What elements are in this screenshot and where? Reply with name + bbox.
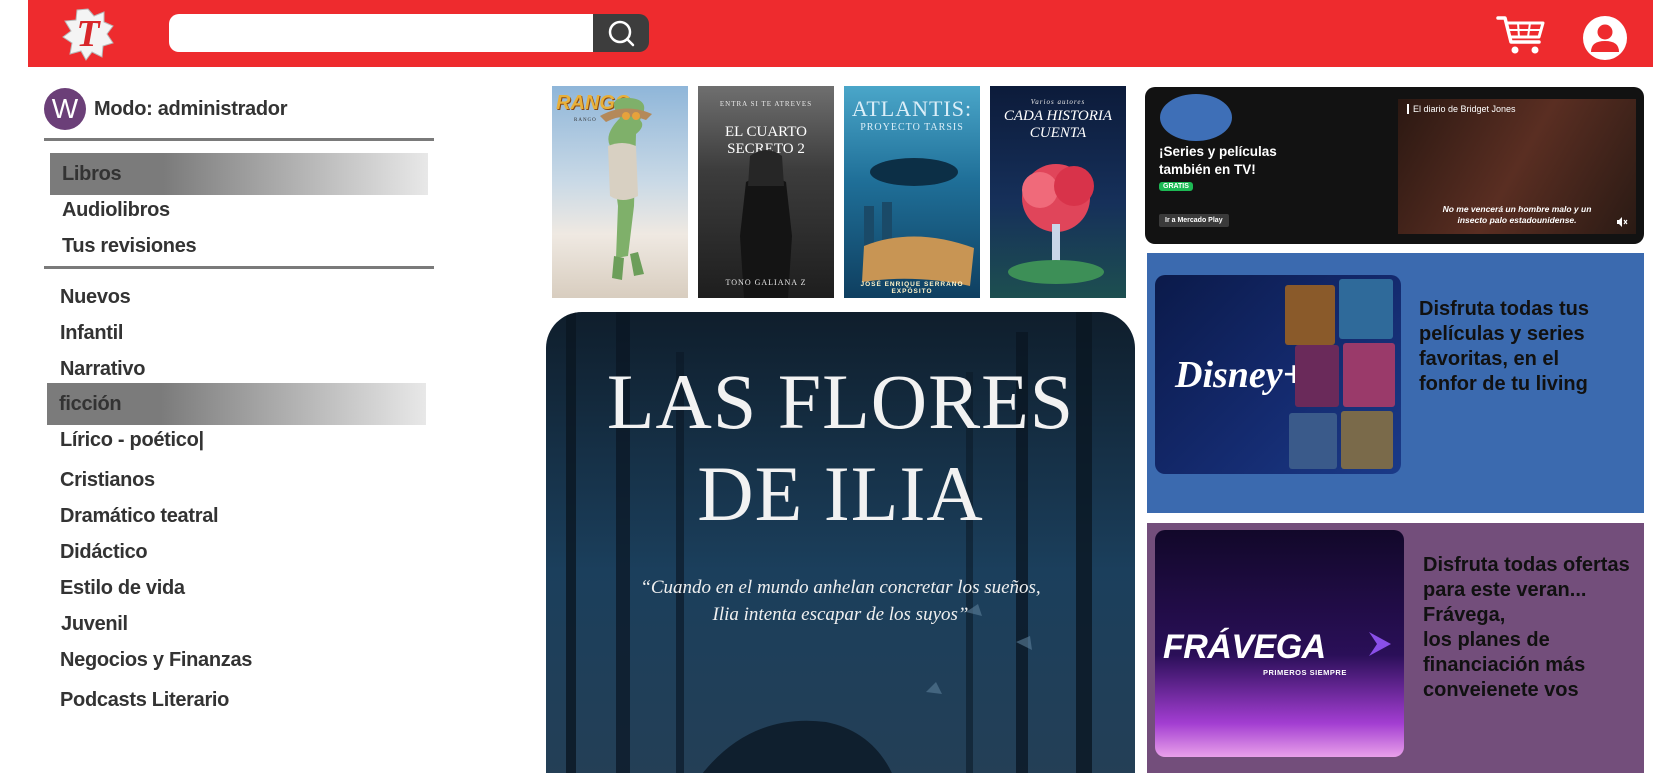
red-t-logo-icon: T [62,8,114,61]
cart-button[interactable] [1495,14,1547,56]
featured-book-banner[interactable]: LAS FLORES DE ILIA “Cuando en el mundo a… [546,312,1135,773]
book-cover-el-cuarto-secreto[interactable]: ENTRA SI TE ATREVES EL CUARTO SECRETO 2 … [698,86,834,298]
mode-label: Modo: administrador [94,97,288,120]
red-tree-illustration [1008,164,1104,284]
featured-quote-line1: “Cuando en el mundo anhelan concretar lo… [640,577,1041,598]
divider [44,266,434,269]
search-input[interactable] [169,14,594,52]
user-account-icon [1583,16,1627,60]
sidebar-item-tus-revisiones[interactable]: Tus revisiones [50,225,428,267]
disney-ad-text: Disfruta todas tus películas y series fa… [1419,298,1590,395]
chameleon-illustration [600,97,652,280]
book-cover-cada-historia-cuenta[interactable]: Varios autores CADA HISTORIA CUENTA [990,86,1126,298]
fravega-ad[interactable]: FRÁVEGA PRIMEROS SIEMPRE Disfruta todas … [1147,523,1644,773]
book-cover-rango[interactable]: RANGO RANGO [552,86,688,298]
search-icon [608,20,635,47]
chevron-right-icon [1369,632,1391,656]
fravega-image: FRÁVEGA PRIMEROS SIEMPRE [1155,530,1404,757]
brand-placeholder [1160,94,1232,141]
admin-mode-row: W Modo: administrador [44,87,434,131]
book-cover-atlantis[interactable]: ATLANTIS: PROYECTO TARSIS JOSÉ ENRIQUE S… [844,86,980,298]
site-logo[interactable]: T [60,6,116,62]
disney-logo: Disney+ [1175,354,1305,396]
account-button[interactable] [1581,16,1629,60]
fravega-tagline: PRIMEROS SIEMPRE [1263,668,1347,677]
category-negocios-finanzas[interactable]: Negocios y Finanzas [48,639,426,681]
disney-plus-ad[interactable]: Disney+ Disfruta todas tus películas y s… [1147,253,1644,513]
video-caption: No me vencerá un hombre malo y un insect… [1442,204,1592,225]
featured-quote-line2: Ilia intenta escapar de los suyos” [712,604,969,625]
woman-figure-illustration [740,150,792,298]
mute-icon[interactable] [1616,216,1628,228]
mercado-play-ad[interactable]: ¡Series y películas también en TV! GRATI… [1145,87,1644,244]
top-bar: T [28,0,1653,67]
video-title: El diario de Bridget Jones [1407,104,1516,114]
category-podcasts-literario[interactable]: Podcasts Literario [48,679,426,721]
mercado-play-button[interactable]: Ir a Mercado Play [1159,214,1229,227]
status-badge: GRATIS [1159,182,1193,191]
search-button[interactable] [593,14,649,52]
featured-title-line2: DE ILIA [697,450,984,537]
cart-icon [1496,16,1545,54]
fravega-logo: FRÁVEGA [1163,628,1326,666]
ad-headline: ¡Series y películas también en TV! [1159,144,1277,177]
divider [44,138,434,141]
featured-title-line1: LAS FLORES [606,358,1075,445]
submarine-illustration [862,158,974,286]
category-lirico-poetico[interactable]: Lírico - poético| [48,419,426,461]
svg-text:T: T [76,13,101,55]
avatar: W [44,88,86,130]
disney-plus-image: Disney+ [1155,275,1401,474]
fravega-ad-text: Disfruta todas ofertas para este veran..… [1423,554,1630,701]
video-preview[interactable]: El diario de Bridget Jones No me vencerá… [1398,99,1636,234]
